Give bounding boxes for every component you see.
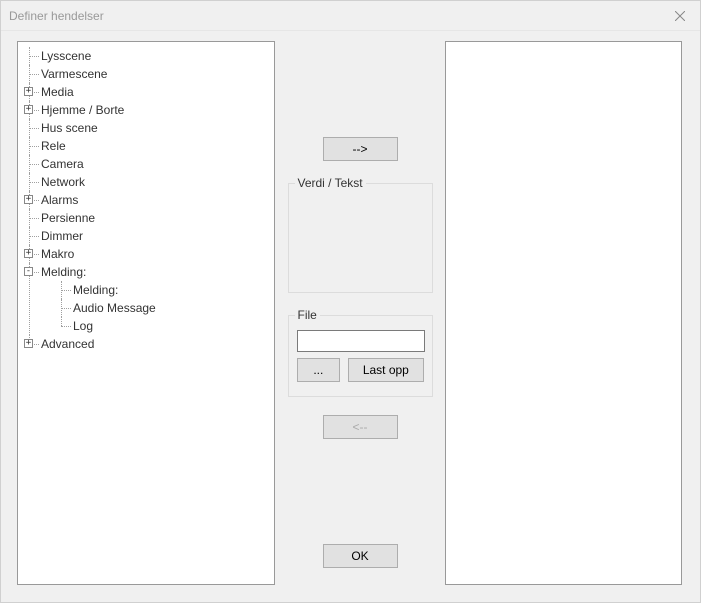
tree-node[interactable]: Log: [41, 317, 269, 335]
expand-icon[interactable]: +: [24, 87, 33, 96]
tree-node-label: Hjemme / Borte: [41, 103, 124, 117]
tree-node-label: Dimmer: [41, 229, 83, 243]
value-text-label: Verdi / Tekst: [295, 176, 366, 190]
ok-button[interactable]: OK: [323, 544, 398, 568]
tree-node-label: Melding:: [41, 265, 86, 279]
tree-node[interactable]: -Melding:Melding:Audio MessageLog: [23, 263, 269, 335]
file-group: File ... Last opp: [288, 315, 433, 397]
tree-node-label: Audio Message: [73, 301, 156, 315]
titlebar: Definer hendelser: [1, 1, 700, 31]
tree-node[interactable]: Network: [23, 173, 269, 191]
tree-node[interactable]: Camera: [23, 155, 269, 173]
content-area: Lysscene Varmescene + Media + Hjemme / Borte H…: [1, 31, 700, 602]
tree-node[interactable]: Hus scene: [23, 119, 269, 137]
middle-controls: --> Verdi / Tekst File ... Last opp <-- …: [285, 41, 435, 590]
tree-node[interactable]: + Media: [23, 83, 269, 101]
file-input[interactable]: [297, 330, 425, 352]
close-icon: [675, 11, 685, 21]
tree-node-label: Makro: [41, 247, 74, 261]
tree-node[interactable]: + Makro: [23, 245, 269, 263]
file-buttons-row: ... Last opp: [297, 358, 424, 382]
tree-node-label: Varmescene: [41, 67, 107, 81]
tree-node[interactable]: Audio Message: [41, 299, 269, 317]
expand-icon[interactable]: +: [24, 105, 33, 114]
expand-icon[interactable]: +: [24, 339, 33, 348]
tree-node-label: Camera: [41, 157, 84, 171]
tree-node-label: Advanced: [41, 337, 94, 351]
browse-button[interactable]: ...: [297, 358, 341, 382]
tree-node-label: Alarms: [41, 193, 78, 207]
upload-button[interactable]: Last opp: [348, 358, 423, 382]
tree-node[interactable]: Melding:: [41, 281, 269, 299]
define-events-dialog: Definer hendelser Lysscene Varmescene + Med…: [0, 0, 701, 603]
tree-node-label: Lysscene: [41, 49, 91, 63]
tree-node-label: Hus scene: [41, 121, 98, 135]
tree-node[interactable]: + Alarms: [23, 191, 269, 209]
value-text-group: Verdi / Tekst: [288, 183, 433, 293]
tree-node-label: Rele: [41, 139, 66, 153]
collapse-icon[interactable]: -: [24, 267, 33, 276]
expand-icon[interactable]: +: [24, 249, 33, 258]
expand-icon[interactable]: +: [24, 195, 33, 204]
file-label: File: [295, 308, 320, 322]
source-tree-panel: Lysscene Varmescene + Media + Hjemme / Borte H…: [17, 41, 275, 585]
tree-node-label: Media: [41, 85, 74, 99]
tree-node[interactable]: Varmescene: [23, 65, 269, 83]
tree-node[interactable]: Lysscene: [23, 47, 269, 65]
remove-button[interactable]: <--: [323, 415, 398, 439]
tree-node[interactable]: Persienne: [23, 209, 269, 227]
tree-node-label: Log: [73, 319, 93, 333]
add-button[interactable]: -->: [323, 137, 398, 161]
window-title: Definer hendelser: [9, 9, 660, 23]
tree-node-label: Persienne: [41, 211, 95, 225]
target-list-panel[interactable]: [445, 41, 682, 585]
tree-node[interactable]: Rele: [23, 137, 269, 155]
tree-node[interactable]: + Advanced: [23, 335, 269, 353]
tree-node-label: Network: [41, 175, 85, 189]
event-tree[interactable]: Lysscene Varmescene + Media + Hjemme / Borte H…: [23, 47, 269, 353]
close-button[interactable]: [660, 2, 700, 30]
tree-node[interactable]: + Hjemme / Borte: [23, 101, 269, 119]
tree-node[interactable]: Dimmer: [23, 227, 269, 245]
tree-node-label: Melding:: [73, 283, 118, 297]
